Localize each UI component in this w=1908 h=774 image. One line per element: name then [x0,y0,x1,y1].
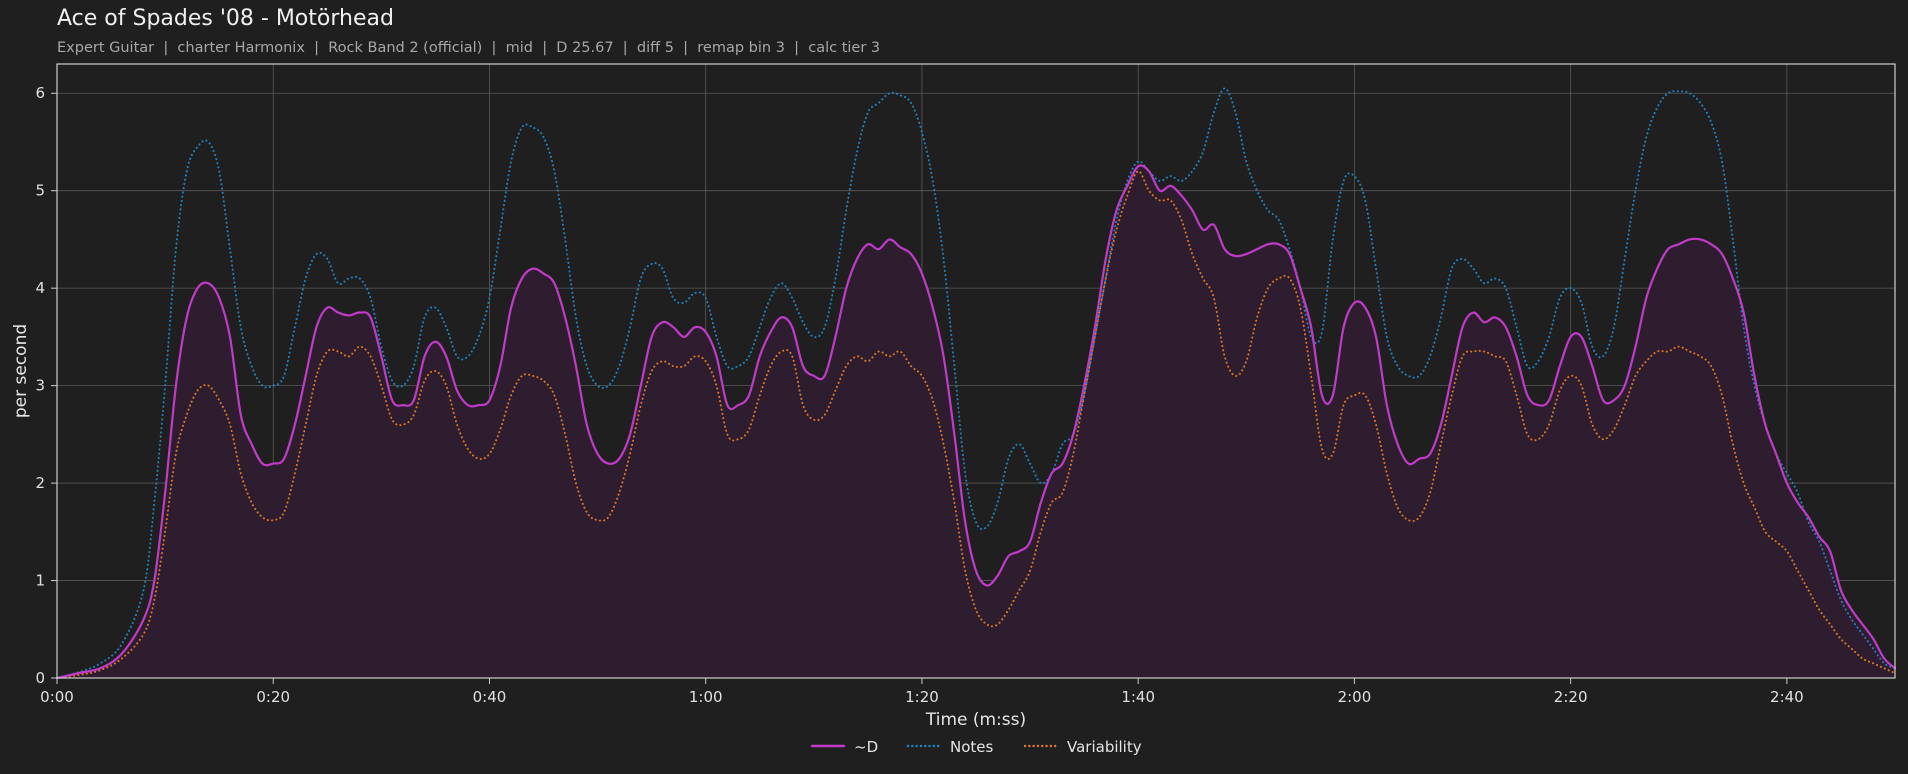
y-tick-label: 0 [35,669,45,687]
y-tick-label: 6 [35,84,45,102]
x-tick-label: 2:40 [1770,688,1804,706]
x-tick-label: 1:40 [1121,688,1155,706]
legend-label: Notes [950,738,994,756]
legend: ~D Notes Variability [810,738,1142,756]
x-tick-label: 1:00 [689,688,723,706]
y-tick-label: 3 [35,377,45,395]
series-fill-d [57,165,1895,679]
y-tick-label: 4 [35,279,45,297]
legend-label: ~D [854,738,878,756]
x-tick-label: 1:20 [905,688,939,706]
x-tick-label: 0:20 [256,688,290,706]
y-axis-label: per second [11,324,31,418]
chart: 0:00 0:20 0:40 1:00 1:20 1:40 2:00 2:20 2:40 0 1 2 3… [11,63,1897,756]
legend-label: Variability [1067,738,1142,756]
y-tick-label: 2 [35,474,45,492]
y-tick-label: 1 [35,572,45,590]
area-fill [57,165,1895,679]
y-tick-label: 5 [35,182,45,200]
x-tick-label: 2:20 [1554,688,1588,706]
x-tick-label: 0:40 [473,688,507,706]
x-tick-label: 0:00 [40,688,74,706]
x-axis-label: Time (m:ss) [925,710,1026,730]
x-tick-label: 2:00 [1338,688,1372,706]
